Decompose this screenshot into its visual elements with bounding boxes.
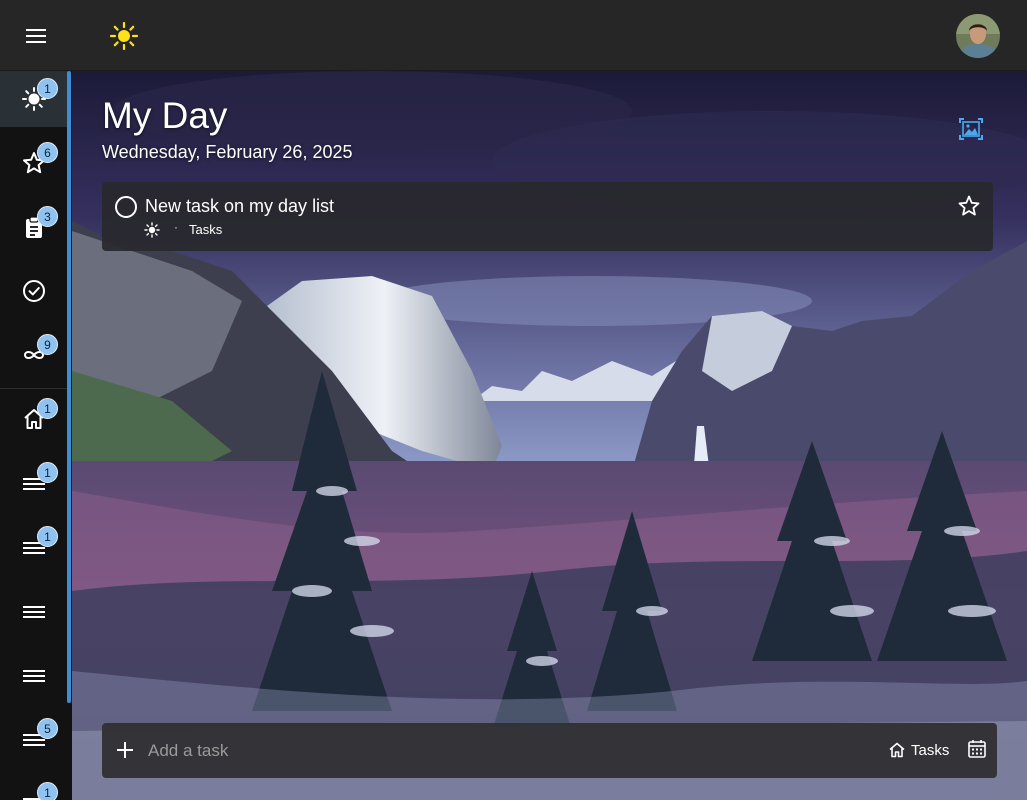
sun-icon — [109, 21, 139, 51]
background-image — [72, 71, 1027, 800]
count-badge: 1 — [37, 462, 58, 483]
list-selector-label: Tasks — [911, 741, 950, 759]
count-badge: 1 — [37, 782, 58, 800]
sidebar-item-my-day[interactable]: 1 — [0, 71, 67, 127]
sidebar-item-list[interactable]: 1 — [0, 775, 67, 800]
sidebar-item-completed[interactable] — [0, 263, 67, 319]
sidebar-divider — [0, 388, 67, 389]
hamburger-icon[interactable] — [22, 22, 50, 50]
list-icon — [22, 606, 45, 618]
sidebar-item-tasks[interactable]: 1 — [0, 391, 67, 447]
count-badge: 1 — [37, 398, 58, 419]
page-date: Wednesday, February 26, 2025 — [102, 142, 353, 162]
task-title: New task on my day list — [145, 196, 335, 216]
main-panel: My Day Wednesday, February 26, 2025 New … — [72, 71, 1027, 800]
sun-icon — [144, 222, 160, 238]
home-icon — [889, 742, 905, 758]
calendar-icon[interactable] — [966, 738, 988, 760]
sidebar: 1 6 3 9 1 1 1 5 1 — [0, 71, 72, 800]
count-badge: 3 — [37, 206, 58, 227]
count-badge: 1 — [37, 526, 58, 547]
complete-checkbox[interactable] — [115, 196, 137, 218]
sidebar-item-important[interactable]: 6 — [0, 135, 67, 191]
list-selector-button[interactable]: Tasks — [888, 739, 949, 761]
star-icon[interactable] — [957, 194, 981, 218]
sidebar-item-list[interactable] — [0, 647, 67, 703]
top-bar — [0, 0, 1027, 71]
sidebar-item-list[interactable]: 1 — [0, 519, 67, 575]
image-icon[interactable] — [956, 115, 986, 143]
count-badge: 1 — [37, 78, 58, 99]
add-task-bar: Tasks — [102, 723, 997, 778]
add-task-input[interactable] — [148, 733, 828, 769]
user-avatar[interactable] — [956, 14, 1000, 58]
count-badge: 6 — [37, 142, 58, 163]
count-badge: 5 — [37, 718, 58, 739]
plus-icon[interactable] — [114, 739, 136, 761]
meta-separator: · — [174, 220, 178, 234]
page-title: My Day — [102, 95, 228, 136]
sidebar-item-list[interactable] — [0, 583, 67, 639]
sidebar-item-planned[interactable]: 3 — [0, 199, 67, 255]
count-badge: 9 — [37, 334, 58, 355]
sidebar-item-list[interactable]: 5 — [0, 711, 67, 767]
check-circle-icon — [22, 280, 45, 302]
sidebar-scrollbar[interactable] — [67, 71, 71, 703]
sidebar-item-all[interactable]: 9 — [0, 327, 67, 383]
task-item[interactable]: New task on my day list · Tasks — [102, 182, 993, 251]
list-icon — [22, 670, 45, 682]
sidebar-item-list[interactable]: 1 — [0, 455, 67, 511]
task-list-name: Tasks — [189, 222, 223, 237]
